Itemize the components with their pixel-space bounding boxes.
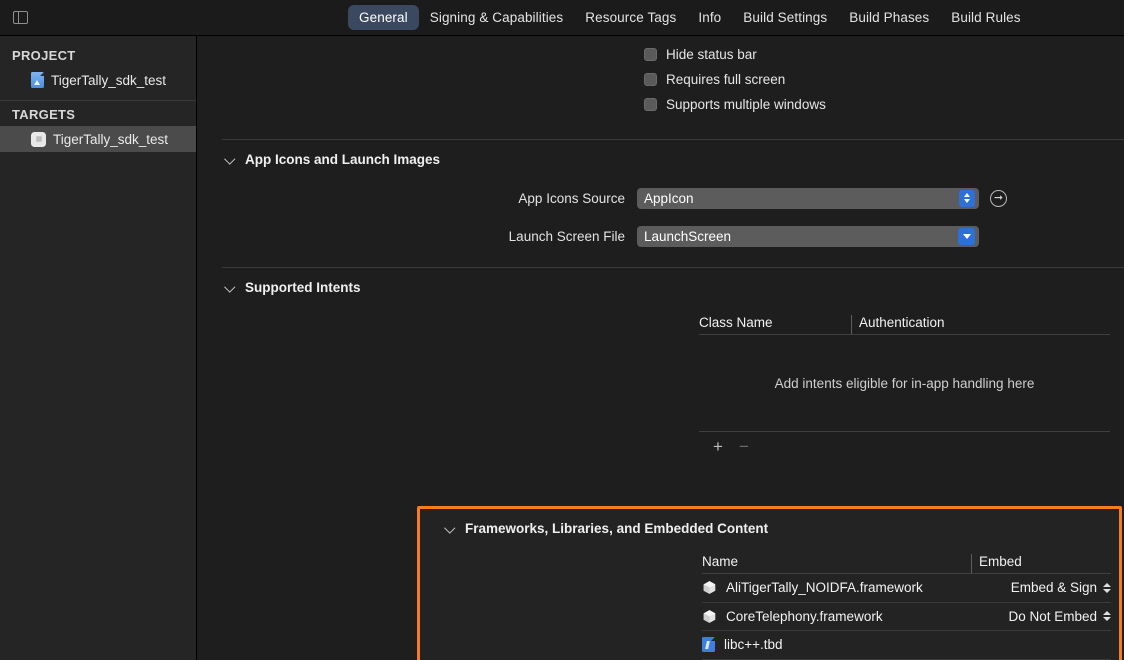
chevron-down-icon: [446, 524, 455, 533]
remove-intent-button: −: [738, 436, 749, 456]
sidebar-group-project: PROJECT: [12, 48, 76, 63]
tab-resource-tags[interactable]: Resource Tags: [574, 5, 687, 30]
sidebar-toggle-icon: [12, 11, 28, 24]
app-target-icon: [31, 131, 46, 147]
tab-build-phases[interactable]: Build Phases: [838, 5, 940, 30]
column-header-authentication[interactable]: Authentication: [851, 315, 1110, 334]
sidebar-item-label: TigerTally_sdk_test: [51, 72, 167, 88]
launch-screen-file-select[interactable]: LaunchScreen: [637, 225, 979, 247]
editor-tab-bar: General Signing & Capabilities Resource …: [0, 0, 1124, 36]
chevron-down-icon[interactable]: [958, 227, 975, 245]
table-footer-controls: + −: [699, 431, 1110, 461]
checkbox-label: Hide status bar: [666, 47, 757, 62]
xcode-project-editor: General Signing & Capabilities Resource …: [0, 0, 1124, 660]
general-settings-pane: Hide status bar Requires full screen Sup…: [197, 36, 1124, 660]
sidebar-toggle-button[interactable]: [0, 11, 40, 24]
section-header-app-icons[interactable]: App Icons and Launch Images: [197, 140, 1124, 179]
sidebar-group-targets: TARGETS: [12, 107, 76, 122]
checkbox-row-supports-multiple-windows[interactable]: Supports multiple windows: [197, 92, 1124, 117]
field-row-launch-screen-file: Launch Screen File LaunchScreen: [197, 217, 1124, 255]
frameworks-table-header: Name Embed: [702, 548, 1111, 574]
tab-build-settings[interactable]: Build Settings: [732, 5, 838, 30]
framework-name: CoreTelephony.framework: [726, 608, 883, 624]
app-icons-source-label: App Icons Source: [518, 190, 625, 206]
embed-value: Embed & Sign: [1010, 580, 1097, 596]
checkbox-supports-multiple-windows[interactable]: [644, 98, 657, 111]
tab-list: General Signing & Capabilities Resource …: [348, 5, 1032, 30]
project-targets-sidebar: PROJECT TigerTally_sdk_test TARGETS Tige…: [0, 36, 197, 660]
tbd-library-icon: [702, 637, 715, 653]
section-title: Supported Intents: [245, 280, 361, 295]
checkbox-label: Requires full screen: [666, 72, 786, 87]
embed-value: Do Not Embed: [1008, 608, 1097, 624]
tab-general[interactable]: General: [348, 5, 419, 30]
table-row[interactable]: CoreTelephony.framework Do Not Embed: [702, 603, 1111, 631]
table-row[interactable]: AliTigerTally_NOIDFA.framework Embed & S…: [702, 574, 1111, 603]
embed-select[interactable]: Do Not Embed: [1008, 609, 1111, 624]
column-header-class-name[interactable]: Class Name: [699, 315, 851, 334]
frameworks-section-highlighted: Frameworks, Libraries, and Embedded Cont…: [417, 506, 1122, 660]
column-header-embed[interactable]: Embed: [971, 554, 1111, 573]
checkbox-requires-full-screen[interactable]: [644, 73, 657, 86]
checkbox-row-hide-status-bar[interactable]: Hide status bar: [197, 42, 1124, 67]
checkbox-hide-status-bar[interactable]: [644, 48, 657, 61]
launch-screen-file-value: LaunchScreen: [644, 228, 732, 244]
chevron-down-icon: [226, 155, 235, 164]
tab-signing-capabilities[interactable]: Signing & Capabilities: [419, 5, 575, 30]
framework-name: AliTigerTally_NOIDFA.framework: [726, 580, 923, 596]
tab-info[interactable]: Info: [687, 5, 732, 30]
section-title: App Icons and Launch Images: [245, 152, 441, 167]
arrow-right-circle-icon[interactable]: ➞: [990, 189, 1007, 207]
frameworks-table-body: AliTigerTally_NOIDFA.framework Embed & S…: [702, 574, 1111, 660]
sidebar-item-target-tigertally[interactable]: TigerTally_sdk_test: [0, 126, 196, 152]
column-header-name[interactable]: Name: [702, 554, 971, 573]
app-icons-source-value: AppIcon: [644, 190, 694, 206]
framework-name: libc++.tbd: [724, 637, 783, 653]
framework-cube-icon: [703, 581, 716, 595]
field-row-app-icons-source: App Icons Source AppIcon ➞: [197, 179, 1124, 217]
embed-select[interactable]: Embed & Sign: [1011, 580, 1111, 595]
stepper-updown-icon: [1103, 611, 1111, 622]
checkbox-label: Supports multiple windows: [666, 97, 826, 112]
framework-cube-icon: [703, 609, 716, 623]
table-header: Class Name Authentication: [699, 307, 1110, 335]
supported-intents-table: Class Name Authentication Add intents el…: [699, 307, 1110, 461]
chevron-down-icon: [226, 283, 235, 292]
table-row[interactable]: libc++.tbd: [702, 631, 1111, 660]
section-title: Frameworks, Libraries, and Embedded Cont…: [465, 521, 769, 536]
table-empty-message: Add intents eligible for in-app handling…: [774, 375, 1035, 391]
app-icons-source-select[interactable]: AppIcon: [637, 187, 979, 209]
tab-build-rules[interactable]: Build Rules: [940, 5, 1031, 30]
section-header-supported-intents[interactable]: Supported Intents: [197, 268, 1124, 307]
add-intent-button[interactable]: +: [713, 437, 723, 457]
stepper-updown-icon[interactable]: [959, 189, 975, 207]
checkbox-row-requires-full-screen[interactable]: Requires full screen: [197, 67, 1124, 92]
launch-screen-file-label: Launch Screen File: [508, 228, 625, 244]
project-file-icon: [31, 72, 44, 88]
stepper-updown-icon: [1103, 582, 1111, 593]
sidebar-divider: [0, 100, 196, 101]
sidebar-item-project-tigertally[interactable]: TigerTally_sdk_test: [0, 67, 196, 93]
section-header-frameworks[interactable]: Frameworks, Libraries, and Embedded Cont…: [420, 509, 1119, 548]
sidebar-item-label: TigerTally_sdk_test: [53, 131, 169, 147]
